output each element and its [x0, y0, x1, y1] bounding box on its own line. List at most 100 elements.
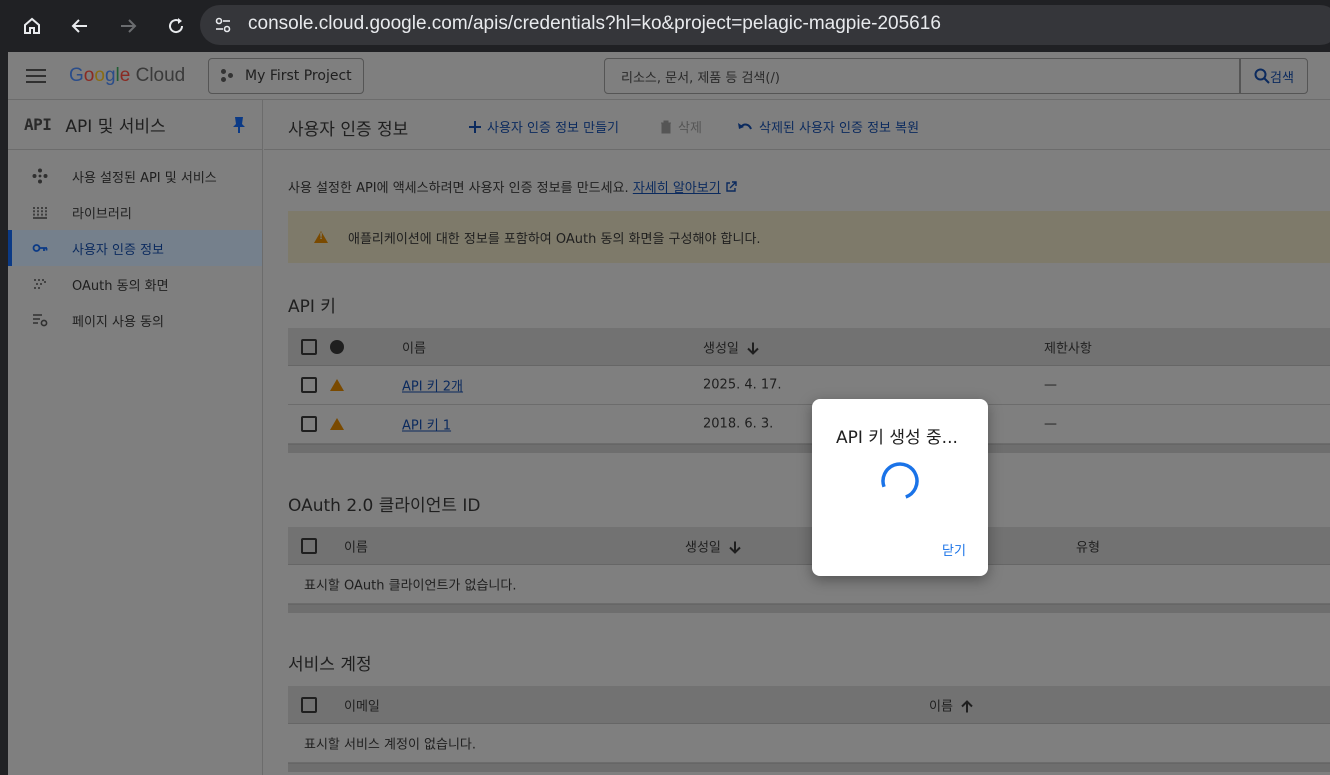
intro-text: 사용 설정한 API에 액세스하려면 사용자 인증 정보를 만드세요. 자세히 …	[288, 177, 737, 196]
search-button-label: 검색	[1270, 70, 1294, 86]
gc-header: Google Cloud My First Project 리소스, 문서, 제…	[8, 52, 1330, 100]
project-picker-button[interactable]: My First Project	[208, 58, 364, 94]
console-frame: Google Cloud My First Project 리소스, 문서, 제…	[8, 52, 1330, 775]
col-type[interactable]: 유형	[1076, 536, 1100, 555]
col-name-label: 이름	[929, 699, 953, 714]
create-credentials-button[interactable]: 사용자 인증 정보 만들기	[468, 117, 619, 136]
table-row: API 키 2개 2025. 4. 17. —	[288, 366, 1330, 405]
learn-more-link[interactable]: 자세히 알아보기	[633, 181, 721, 196]
api-key-link[interactable]: API 키 2개	[402, 376, 463, 395]
delete-label: 삭제	[678, 121, 702, 136]
url-text[interactable]: console.cloud.google.com/apis/credential…	[248, 13, 941, 35]
warning-icon	[314, 231, 328, 243]
table-header: 이메일 이름	[288, 686, 1330, 724]
sidebar-item-library[interactable]: 라이브러리	[8, 194, 262, 230]
sidebar-title: API 및 서비스	[65, 117, 166, 137]
sidebar-item-label: 페이지 사용 동의	[72, 314, 164, 330]
empty-message: 표시할 OAuth 클라이언트가 없습니다.	[304, 578, 517, 594]
restore-label: 삭제된 사용자 인증 정보 복원	[759, 121, 920, 136]
col-created-label: 생성일	[685, 540, 721, 555]
creating-api-key-dialog: API 키 생성 중... 닫기	[812, 399, 988, 576]
col-created-label: 생성일	[703, 341, 739, 356]
sidebar-item-credentials[interactable]: 사용자 인증 정보	[8, 230, 262, 266]
api-keys-title: API 키	[288, 297, 336, 317]
home-icon[interactable]	[14, 8, 50, 44]
col-name[interactable]: 이름	[402, 337, 426, 356]
warning-icon	[330, 379, 344, 391]
create-credentials-label: 사용자 인증 정보 만들기	[487, 121, 619, 136]
select-all-checkbox[interactable]	[301, 338, 317, 355]
api-badge: API	[24, 115, 52, 134]
col-email[interactable]: 이메일	[344, 695, 380, 714]
service-accounts-table: 이메일 이름 표시할 서비스 계정이 없습니다.	[288, 686, 1330, 772]
sidebar-item-page-consent[interactable]: 페이지 사용 동의	[8, 302, 262, 338]
key-icon	[32, 240, 48, 256]
api-key-link[interactable]: API 키 1	[402, 415, 451, 434]
arrow-down-icon	[747, 342, 759, 355]
restore-credentials-button[interactable]: 삭제된 사용자 인증 정보 복원	[737, 117, 919, 136]
row-checkbox[interactable]	[301, 416, 317, 432]
select-all-checkbox[interactable]	[301, 537, 317, 554]
plus-icon	[469, 120, 481, 133]
row-checkbox[interactable]	[301, 377, 317, 393]
col-created[interactable]: 생성일	[703, 337, 759, 356]
diamond-dots-icon	[32, 168, 48, 184]
page-title: 사용자 인증 정보	[288, 120, 409, 140]
warning-icon	[330, 418, 344, 430]
sidebar-item-label: 사용 설정된 API 및 서비스	[72, 170, 217, 186]
intro-description: 사용 설정한 API에 액세스하려면 사용자 인증 정보를 만드세요.	[288, 181, 629, 196]
table-header: 이름 생성일 유형	[288, 527, 1330, 565]
empty-row: 표시할 OAuth 클라이언트가 없습니다.	[288, 565, 1330, 604]
created-date: 2025. 4. 17.	[703, 377, 782, 393]
reload-icon[interactable]	[158, 8, 194, 44]
loading-spinner-icon	[881, 462, 919, 500]
sidebar-item-label: 사용자 인증 정보	[72, 242, 164, 258]
status-dot-icon	[330, 340, 344, 354]
empty-message: 표시할 서비스 계정이 없습니다.	[304, 737, 477, 753]
project-icon	[221, 69, 235, 83]
table-row: API 키 1 2018. 6. 3. —	[288, 405, 1330, 444]
select-all-checkbox[interactable]	[301, 696, 317, 713]
horizontal-scrollbar[interactable]	[288, 604, 1330, 613]
created-date: 2018. 6. 3.	[703, 416, 774, 432]
col-created[interactable]: 생성일	[685, 536, 741, 555]
undo-icon	[738, 122, 752, 129]
oauth-warning-banner: 애플리케이션에 대한 정보를 포함하여 OAuth 동의 화면을 구성해야 합니…	[288, 211, 1330, 263]
library-icon	[32, 204, 48, 220]
col-name[interactable]: 이름	[929, 695, 973, 714]
service-accounts-title: 서비스 계정	[288, 655, 372, 675]
menu-icon[interactable]	[26, 69, 46, 83]
project-name: My First Project	[245, 68, 352, 84]
sidebar-item-oauth-consent[interactable]: OAuth 동의 화면	[8, 266, 262, 302]
site-info-icon[interactable]	[214, 16, 232, 38]
col-name[interactable]: 이름	[344, 536, 368, 555]
empty-row: 표시할 서비스 계정이 없습니다.	[288, 724, 1330, 763]
external-link-icon	[726, 181, 737, 192]
trash-icon	[661, 120, 671, 133]
pin-icon[interactable]	[232, 116, 246, 134]
restrictions-value: —	[1044, 416, 1057, 432]
horizontal-scrollbar[interactable]	[288, 763, 1330, 772]
table-header: 이름 생성일 제한사항	[288, 328, 1330, 366]
dialog-title: API 키 생성 중...	[836, 428, 958, 448]
arrow-down-icon	[729, 541, 741, 554]
sidebar-item-label: OAuth 동의 화면	[72, 278, 169, 294]
sidebar-item-enabled-apis[interactable]: 사용 설정된 API 및 서비스	[8, 158, 262, 194]
search-input[interactable]: 리소스, 문서, 제품 등 검색(/)	[604, 58, 1240, 94]
page-toolbar: 사용자 인증 정보 사용자 인증 정보 만들기 삭제 삭제된 사용자 인증 정보…	[264, 100, 1330, 150]
search-button[interactable]: 검색	[1240, 58, 1308, 94]
sidebar: API API 및 서비스 사용 설정된 API 및 서비스 라이브러리 사용자…	[8, 100, 263, 775]
close-button[interactable]: 닫기	[942, 540, 966, 559]
arrow-up-icon	[961, 700, 973, 713]
sidebar-item-label: 라이브러리	[72, 206, 132, 222]
forward-icon[interactable]	[110, 8, 146, 44]
oauth-title: OAuth 2.0 클라이언트 ID	[288, 496, 481, 516]
back-icon[interactable]	[62, 8, 98, 44]
horizontal-scrollbar[interactable]	[288, 444, 1330, 453]
sidebar-header: API API 및 서비스	[8, 100, 262, 150]
settings-list-icon	[32, 312, 48, 328]
main-content: 사용자 인증 정보 사용자 인증 정보 만들기 삭제 삭제된 사용자 인증 정보…	[264, 100, 1330, 775]
google-cloud-logo[interactable]: Google Cloud	[69, 65, 185, 87]
delete-button[interactable]: 삭제	[660, 117, 702, 136]
warning-text: 애플리케이션에 대한 정보를 포함하여 OAuth 동의 화면을 구성해야 합니…	[348, 231, 761, 247]
